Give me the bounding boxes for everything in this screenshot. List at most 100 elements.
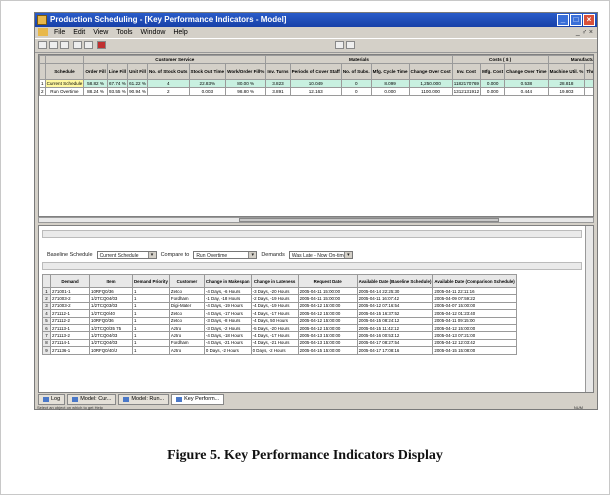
table-cell[interactable]: 2	[146, 87, 190, 96]
table-cell[interactable]: -4 Days, -18 Hours	[203, 331, 252, 340]
table-cell[interactable]: Zetco	[168, 286, 205, 296]
table-cell[interactable]: 2005-04-11 15:00:00	[297, 286, 358, 296]
compare-select[interactable]: Run Overtime ▾	[193, 251, 258, 259]
chevron-down-icon[interactable]: ▾	[147, 252, 156, 258]
table-cell[interactable]: 90.94 %	[127, 87, 148, 96]
table-cell[interactable]: 10.049	[289, 79, 342, 88]
table-cell[interactable]: Fordham	[168, 338, 205, 348]
table-cell[interactable]: 80.00 %	[225, 79, 267, 88]
table-row[interactable]: 8 271114-1 1/2TCQ04/03 1 Fordham -4 Days, -21…	[42, 338, 517, 348]
col-header[interactable]: Machine Util. %	[547, 63, 586, 80]
table-cell[interactable]: 58.82 %	[83, 79, 108, 88]
col-header[interactable]: No. of Stock Outs	[146, 63, 190, 80]
col-header[interactable]: Schedule	[44, 63, 85, 80]
table-cell[interactable]: 61.22 %	[127, 79, 148, 88]
table-cell[interactable]: 1	[132, 301, 170, 311]
table-cell[interactable]: 1100.000	[408, 87, 453, 96]
table-cell[interactable]: 840059.246	[584, 79, 593, 88]
table-cell[interactable]: 1	[132, 316, 170, 325]
table-cell[interactable]: -4 Days, -19 Hours	[250, 301, 299, 311]
report-icon[interactable]	[97, 41, 106, 49]
table-cell[interactable]: 12.163	[289, 87, 342, 96]
col-header[interactable]: Throughput Staff	[584, 63, 593, 80]
table-cell[interactable]: -5 Days, -20 Hours	[250, 323, 299, 333]
open-icon[interactable]	[49, 41, 58, 49]
table-row[interactable]: 7 271113-2 1/2TCQ04/03 1 Aztro -4 Days, -18 H…	[42, 331, 517, 340]
table-cell[interactable]: -1 Day, -18 Hours	[203, 294, 252, 303]
tab-log[interactable]: Log	[38, 394, 66, 405]
table-cell[interactable]: Digi-Mater	[168, 301, 205, 311]
table-cell[interactable]: -4 Days, -6 Hours	[203, 286, 252, 296]
table-cell[interactable]: 2005-04-15 16:37:52	[356, 309, 434, 318]
table-cell[interactable]: 2005-04-15 15:00:00	[297, 346, 358, 355]
table-cell[interactable]: 2005-04-15 11:42:12	[356, 323, 434, 333]
table-cell[interactable]: 2005-04-15 15:08:00	[432, 346, 517, 355]
table-cell[interactable]: 2005-04-12 15:00:00	[297, 316, 358, 325]
table-cell[interactable]: 28.818	[547, 79, 586, 88]
col-header[interactable]: Work/Order Fill%	[225, 63, 267, 80]
table-row[interactable]: 2 271003-2 1/2TCQ04/03 1 Fordham -1 Day, -18 …	[42, 294, 517, 303]
table-cell[interactable]: Zetco	[168, 309, 205, 318]
table-cell[interactable]: 10RFQ0/40/J	[89, 346, 133, 355]
table-cell[interactable]: 98.80 %	[225, 87, 267, 96]
table-cell[interactable]: 10RFQ0/36	[89, 316, 133, 325]
table-cell[interactable]: 271001-1	[50, 286, 90, 296]
table-cell[interactable]: 2005-04-13 15:00:00	[297, 338, 358, 348]
table-cell[interactable]: Run Overtime	[44, 87, 85, 96]
table-cell[interactable]: 0.000	[480, 87, 506, 96]
table-cell[interactable]: 1/2TCQ04/03	[89, 338, 133, 348]
table-cell[interactable]: -2 Days, -19 Hours	[250, 294, 299, 303]
table-cell[interactable]: 22.83%	[188, 79, 227, 88]
table-cell[interactable]: 2005-04-17 08:27:54	[356, 338, 434, 348]
table-cell[interactable]: 2005-04-14 22:25:30	[356, 286, 434, 296]
table-row[interactable]: 9 271136-1 10RFQ0/40/J 1 Aztro 0 Days, -2 Hou…	[42, 346, 517, 355]
table-cell[interactable]: -4 Days, -17 Hours	[250, 331, 299, 340]
table-cell[interactable]: 1/2TCQ04/03	[89, 294, 133, 303]
table-cell[interactable]: 1	[132, 346, 170, 355]
menu-window[interactable]: Window	[141, 27, 166, 38]
sort-icon[interactable]	[346, 41, 355, 49]
table-cell[interactable]: -4 Days, 50 Hours	[250, 316, 299, 325]
col-header[interactable]: Change Over Time	[504, 63, 549, 80]
new-icon[interactable]	[38, 41, 47, 49]
mdi-window-controls[interactable]: _ ♂ ×	[576, 27, 593, 38]
tab-model-run[interactable]: Model: Run...	[118, 394, 170, 405]
table-cell[interactable]: 0.003	[188, 87, 227, 96]
table-cell[interactable]: -3 Days, -20 Hours	[250, 286, 299, 296]
table-cell[interactable]: 0 Days, -2 Hours	[203, 346, 252, 355]
table-cell[interactable]: 10RFQ0/36	[89, 286, 133, 296]
table-cell[interactable]: 1312131912	[451, 87, 482, 96]
table-cell[interactable]: 0.444	[504, 87, 549, 96]
vertical-scrollbar[interactable]	[585, 226, 593, 392]
chevron-down-icon[interactable]: ▾	[248, 252, 257, 258]
col-header[interactable]: Demand	[50, 274, 90, 288]
menu-file[interactable]: File	[54, 27, 65, 38]
table-cell[interactable]: -4 Days, -21 Hours	[250, 338, 299, 348]
table-cell[interactable]: 2005-04-17 17:08:16	[356, 346, 434, 355]
table-cell[interactable]: 2005-04-12 15:00:00	[432, 323, 517, 333]
filter-icon[interactable]	[335, 41, 344, 49]
table-cell[interactable]: 0	[340, 87, 372, 96]
table-cell[interactable]: Aztro	[168, 323, 205, 333]
table-cell[interactable]: 271113-1	[50, 323, 90, 333]
table-cell[interactable]: 271114-1	[50, 338, 90, 348]
table-cell[interactable]: -4 Days, -17 Hours	[203, 309, 252, 318]
table-cell[interactable]: 0 Days, -2 Hours	[250, 346, 299, 355]
close-button[interactable]: ×	[583, 14, 595, 26]
table-row[interactable]: 3 271003-2 1/2TCQ03/03 1 Digi-Mater -4 Days, …	[42, 301, 517, 311]
table-cell[interactable]: 2005-04-07 15:00:00	[432, 301, 517, 311]
col-header[interactable]: Available Date (Comparison Schedule)	[432, 274, 517, 288]
table-row[interactable]: 1 Current Schedule 58.82 % 67.74 % 61.22…	[39, 79, 593, 88]
demands-select[interactable]: Was Late - Now On-time ▾	[288, 251, 353, 259]
table-cell[interactable]: 8.099	[370, 79, 410, 88]
col-header[interactable]: Mfg. Cycle Time	[370, 63, 410, 80]
table-cell[interactable]: Aztro	[168, 346, 205, 355]
table-cell[interactable]: 271113-2	[50, 331, 90, 340]
table-cell[interactable]: 2005-04-12 15:00:00	[297, 301, 358, 311]
table-cell[interactable]: 2005-04-12 01:23:40	[432, 309, 517, 318]
table-cell[interactable]: 271112-1	[50, 309, 90, 318]
table-cell[interactable]: 2005-04-13 07:21:00	[432, 331, 517, 340]
table-cell[interactable]: 4	[146, 79, 190, 88]
table-cell[interactable]: 271003-2	[50, 301, 90, 311]
col-header[interactable]: Order Fill	[83, 63, 108, 80]
